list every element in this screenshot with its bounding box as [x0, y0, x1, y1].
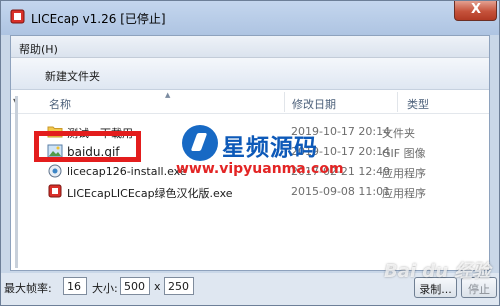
file-row[interactable]: LICEcapLICEcap绿色汉化版.exe 2015-09-08 11:01… [41, 184, 486, 200]
max-fps-label: 最大帧率: [4, 282, 52, 295]
licecap-window: LICEcap v1.26 [已停止] X 帮助(H) ▾ 新建文件夹 ▲ 名称… [0, 0, 500, 306]
column-header-name[interactable]: 名称 [49, 96, 71, 112]
toolbar: ▾ 新建文件夹 [11, 58, 489, 105]
watermark-logo [182, 125, 218, 161]
file-date: 2015-09-08 11:01 [291, 185, 391, 198]
file-type: 应用程序 [382, 187, 426, 200]
height-input[interactable]: 250 [164, 277, 194, 295]
title-bar[interactable]: LICEcap v1.26 [已停止] X [1, 1, 499, 35]
licecap-exe-icon [48, 184, 62, 198]
width-input[interactable]: 500 [120, 277, 150, 295]
file-type: 应用程序 [382, 167, 426, 180]
baidu-watermark: Bai du 经验 [384, 261, 491, 282]
file-type: 文件夹 [382, 127, 415, 140]
close-icon: X [471, 2, 482, 17]
sort-up-icon: ▲ [165, 91, 171, 99]
new-folder-button[interactable]: 新建文件夹 [45, 68, 100, 84]
navigation-pane-edge [15, 96, 18, 268]
highlight-box [34, 131, 141, 162]
column-header-date[interactable]: 修改日期 [292, 96, 336, 112]
column-divider[interactable] [284, 92, 285, 112]
max-fps-input[interactable]: 16 [63, 277, 87, 295]
installer-icon [48, 164, 62, 178]
file-type: GIF 图像 [382, 147, 426, 160]
size-label: 大小: [92, 282, 118, 295]
menu-bar: 帮助(H) [11, 36, 489, 58]
column-headers: ▲ 名称 修改日期 类型 [11, 90, 489, 114]
file-name: LICEcapLICEcap绿色汉化版.exe [67, 187, 233, 200]
column-header-type[interactable]: 类型 [407, 96, 429, 112]
file-name: licecap126-install.exe [67, 165, 187, 178]
size-separator: x [154, 280, 161, 293]
watermark-site-url: www.vipyuanma.com [176, 161, 344, 177]
close-button[interactable]: X [454, 1, 497, 21]
menu-help[interactable]: 帮助(H) [19, 41, 58, 57]
column-divider[interactable] [397, 92, 398, 112]
window-title: LICEcap v1.26 [已停止] [31, 12, 166, 26]
licecap-app-icon [10, 9, 25, 24]
watermark-site-name: 星频源码 [222, 135, 318, 161]
